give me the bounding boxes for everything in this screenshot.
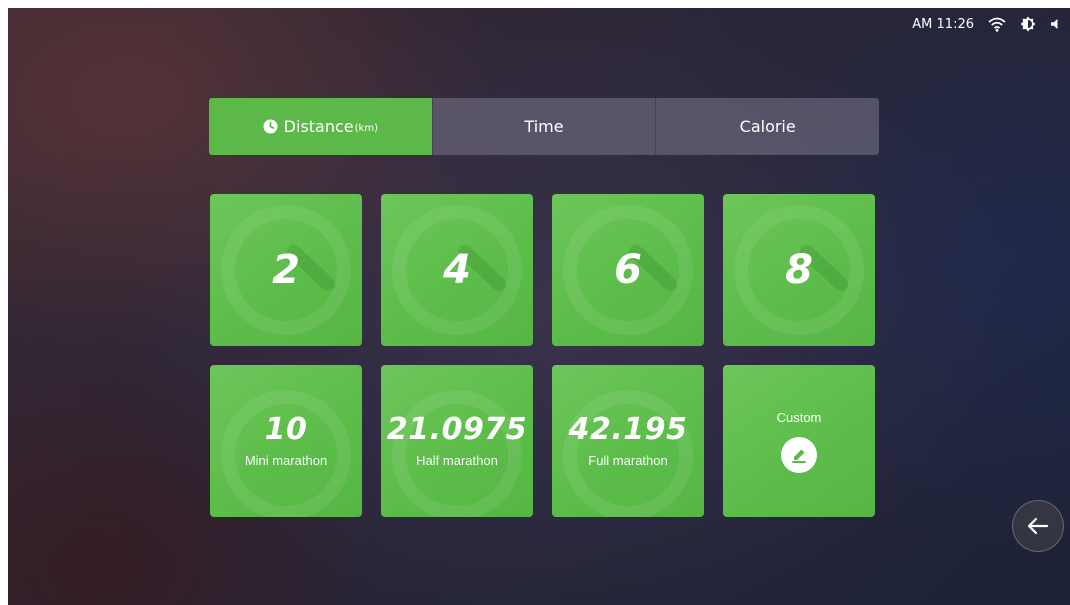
screen: AM 11:26 Distance (km) Time Calorie 2 4 … [8, 8, 1070, 605]
brightness-icon[interactable] [1020, 16, 1036, 32]
tab-time-label: Time [524, 117, 564, 136]
distance-tile-full-marathon[interactable]: 42.195 Full marathon [552, 365, 704, 517]
tile-label: Mini marathon [244, 452, 328, 468]
clock-icon [263, 119, 278, 134]
mode-tabs: Distance (km) Time Calorie [209, 98, 879, 155]
tab-distance-label: Distance [283, 117, 354, 136]
tile-value: 8 [785, 247, 813, 293]
distance-tile-4[interactable]: 4 [381, 194, 533, 346]
tile-label: Half marathon [416, 452, 498, 468]
tile-label: Custom [776, 409, 822, 425]
tile-value: 6 [614, 247, 642, 293]
back-arrow-icon [1027, 517, 1049, 535]
tile-value: 42.195 [568, 411, 688, 447]
distance-tile-8[interactable]: 8 [723, 194, 875, 346]
tile-value: 4 [443, 247, 471, 293]
wifi-icon[interactable] [988, 17, 1006, 32]
tile-label: Full marathon [588, 452, 668, 468]
volume-icon[interactable] [1050, 18, 1062, 30]
tab-calorie[interactable]: Calorie [655, 98, 879, 155]
tile-value: 10 [264, 411, 308, 447]
status-bar: AM 11:26 [912, 16, 1062, 32]
custom-distance-tile[interactable]: Custom [723, 365, 875, 517]
edit-icon[interactable] [781, 436, 817, 473]
tab-calorie-label: Calorie [739, 117, 796, 136]
clock-time: AM 11:26 [912, 16, 974, 32]
tab-time[interactable]: Time [431, 98, 656, 155]
tab-distance-unit: (km) [354, 123, 378, 134]
distance-tile-6[interactable]: 6 [552, 194, 704, 346]
distance-tile-mini-marathon[interactable]: 10 Mini marathon [210, 365, 362, 517]
back-button[interactable] [1012, 500, 1064, 552]
distance-tile-half-marathon[interactable]: 21.0975 Half marathon [381, 365, 533, 517]
distance-grid: 2 4 6 8 10 Mini marathon 21.0975 Half ma… [210, 194, 875, 517]
tile-value: 21.0975 [386, 411, 528, 447]
tile-value: 2 [272, 247, 300, 293]
tab-distance[interactable]: Distance (km) [209, 98, 432, 155]
distance-tile-2[interactable]: 2 [210, 194, 362, 346]
